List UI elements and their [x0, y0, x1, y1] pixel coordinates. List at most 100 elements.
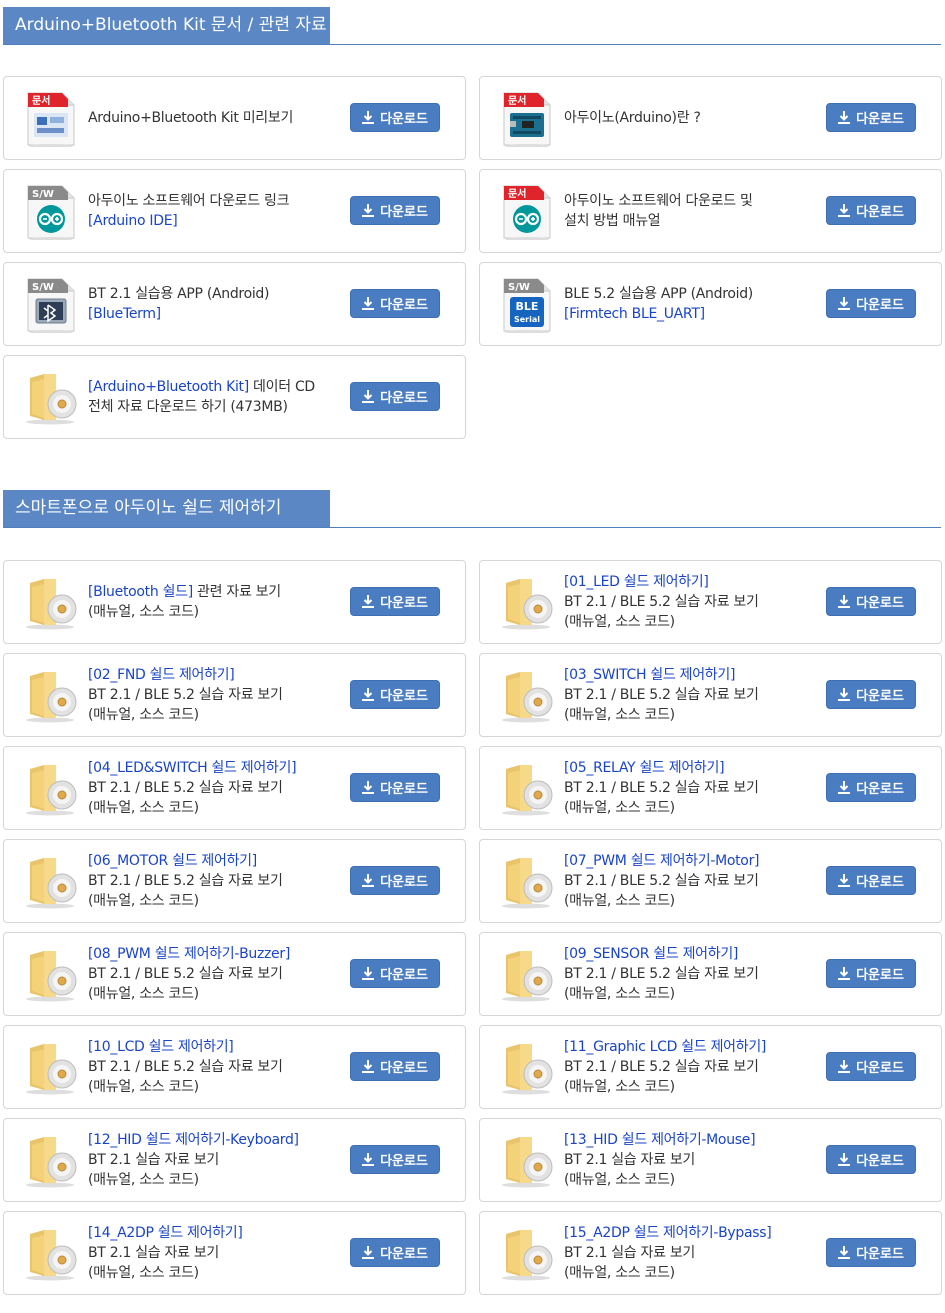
description-text: (매뉴얼, 소스 코드) — [88, 893, 199, 909]
download-button[interactable]: 다운로드 — [350, 773, 440, 802]
ble-icon-label: BLE — [516, 300, 539, 313]
folder-cd-icon — [498, 761, 556, 817]
card-text-line: (매뉴얼, 소스 코드) — [564, 984, 819, 1004]
description-text: (매뉴얼, 소스 코드) — [564, 986, 675, 1002]
folder-cd-icon — [498, 854, 556, 910]
folder-cd-icon — [498, 1133, 556, 1189]
download-icon — [362, 595, 375, 608]
download-icon — [362, 204, 375, 217]
download-card: [04_LED&SWITCH 쉴드 제어하기] BT 2.1 / BLE 5.2 … — [3, 746, 466, 830]
download-icon — [362, 874, 375, 887]
download-button[interactable]: 다운로드 — [350, 382, 440, 411]
download-label: 다운로드 — [856, 298, 904, 313]
download-card: [Bluetooth 쉴드] 관련 자료 보기 (매뉴얼, 소스 코드) 다운로드 — [3, 560, 466, 644]
software-arduino-icon: S/W — [22, 184, 80, 241]
download-card: [08_PWM 쉴드 제어하기-Buzzer] BT 2.1 / BLE 5.2 … — [3, 932, 466, 1016]
description-text: BT 2.1 실습 자료 보기 — [88, 1152, 220, 1168]
download-button[interactable]: 다운로드 — [826, 1052, 916, 1081]
description-text: (매뉴얼, 소스 코드) — [564, 707, 675, 723]
description-text: BT 2.1 / BLE 5.2 실습 자료 보기 — [564, 594, 759, 610]
download-icon — [362, 1153, 375, 1166]
description-text: BT 2.1 실습 자료 보기 — [564, 1152, 696, 1168]
download-button[interactable]: 다운로드 — [826, 773, 916, 802]
card-description: [07_PWM 쉴드 제어하기-Motor] BT 2.1 / BLE 5.2 실… — [564, 840, 819, 922]
link-text: [Arduino IDE] — [88, 213, 178, 229]
download-button[interactable]: 다운로드 — [826, 196, 916, 225]
download-button[interactable]: 다운로드 — [350, 866, 440, 895]
download-icon — [838, 874, 851, 887]
file-badge-text: 문서 — [508, 94, 526, 107]
card-text-line: [15_A2DP 쉴드 제어하기-Bypass] — [564, 1223, 819, 1243]
download-button[interactable]: 다운로드 — [350, 587, 440, 616]
download-card: [15_A2DP 쉴드 제어하기-Bypass] BT 2.1 실습 자료 보기 (… — [479, 1211, 942, 1295]
download-button[interactable]: 다운로드 — [350, 680, 440, 709]
card-text-line: 아두이노 소프트웨어 다운로드 링크 — [88, 191, 343, 211]
download-button[interactable]: 다운로드 — [826, 103, 916, 132]
card-text-line: Arduino+Bluetooth Kit 미리보기 — [88, 108, 343, 128]
download-button[interactable]: 다운로드 — [826, 959, 916, 988]
download-icon — [838, 688, 851, 701]
link-text: [Bluetooth 쉴드] — [88, 584, 193, 600]
description-text: 전체 자료 다운로드 하기 (473MB) — [88, 399, 288, 415]
download-card: [14_A2DP 쉴드 제어하기] BT 2.1 실습 자료 보기 (매뉴얼, 소스… — [3, 1211, 466, 1295]
download-label: 다운로드 — [856, 1061, 904, 1076]
download-button[interactable]: 다운로드 — [826, 680, 916, 709]
link-text: [05_RELAY 쉴드 제어하기] — [564, 760, 725, 776]
card-description: [09_SENSOR 쉴드 제어하기] BT 2.1 / BLE 5.2 실습 자… — [564, 933, 819, 1015]
download-button[interactable]: 다운로드 — [350, 196, 440, 225]
download-button[interactable]: 다운로드 — [350, 1238, 440, 1267]
card-description: [04_LED&SWITCH 쉴드 제어하기] BT 2.1 / BLE 5.2 … — [88, 747, 343, 829]
download-card: [09_SENSOR 쉴드 제어하기] BT 2.1 / BLE 5.2 실습 자… — [479, 932, 942, 1016]
description-text: BT 2.1 / BLE 5.2 실습 자료 보기 — [564, 873, 759, 889]
section-title: Arduino+Bluetooth Kit 문서 / 관련 자료 — [3, 7, 330, 44]
card-text-line: BT 2.1 / BLE 5.2 실습 자료 보기 — [564, 778, 819, 798]
download-label: 다운로드 — [380, 1154, 428, 1169]
download-card: 문서 Arduino+Bluetooth Kit 미리보기 다운로드 — [3, 76, 466, 160]
download-button[interactable]: 다운로드 — [350, 959, 440, 988]
link-text: [11_Graphic LCD 쉴드 제어하기] — [564, 1039, 767, 1055]
card-text-line: BLE 5.2 실습용 APP (Android) — [564, 284, 819, 304]
download-button[interactable]: 다운로드 — [826, 289, 916, 318]
card-text-line: BT 2.1 / BLE 5.2 실습 자료 보기 — [88, 685, 343, 705]
card-text-line: [09_SENSOR 쉴드 제어하기] — [564, 944, 819, 964]
download-button[interactable]: 다운로드 — [350, 103, 440, 132]
folder-cd-icon — [22, 575, 80, 631]
description-text: Arduino+Bluetooth Kit 미리보기 — [88, 110, 294, 126]
card-text-line: (매뉴얼, 소스 코드) — [564, 1170, 819, 1190]
section-title: 스마트폰으로 아두이노 쉴드 제어하기 — [3, 490, 330, 527]
download-label: 다운로드 — [380, 689, 428, 704]
download-icon — [838, 111, 851, 124]
card-text-line: (매뉴얼, 소스 코드) — [88, 891, 343, 911]
download-button[interactable]: 다운로드 — [350, 1145, 440, 1174]
download-button[interactable]: 다운로드 — [826, 1238, 916, 1267]
card-text-line: (매뉴얼, 소스 코드) — [88, 798, 343, 818]
description-text: (매뉴얼, 소스 코드) — [88, 986, 199, 1002]
download-label: 다운로드 — [856, 596, 904, 611]
card-text-line: BT 2.1 / BLE 5.2 실습 자료 보기 — [88, 778, 343, 798]
download-card: 문서 아두이노 소프트웨어 다운로드 및 설치 방법 매뉴얼 다운로드 — [479, 169, 942, 253]
file-badge-text: 문서 — [32, 94, 50, 107]
download-button[interactable]: 다운로드 — [350, 289, 440, 318]
card-text-line: [Firmtech BLE_UART] — [564, 304, 819, 324]
description-text: BT 2.1 / BLE 5.2 실습 자료 보기 — [564, 687, 759, 703]
description-text: (매뉴얼, 소스 코드) — [88, 1265, 199, 1281]
ble-icon-sublabel: Serial — [514, 315, 540, 324]
download-card: [07_PWM 쉴드 제어하기-Motor] BT 2.1 / BLE 5.2 실… — [479, 839, 942, 923]
card-description: [Arduino+Bluetooth Kit] 데이터 CD 전체 자료 다운로드… — [88, 356, 343, 438]
file-badge-text: 문서 — [508, 187, 526, 200]
document-preview-icon: 문서 — [22, 91, 80, 148]
card-text-line: BT 2.1 / BLE 5.2 실습 자료 보기 — [564, 592, 819, 612]
card-text-line: BT 2.1 실습 자료 보기 — [88, 1243, 343, 1263]
download-button[interactable]: 다운로드 — [350, 1052, 440, 1081]
download-button[interactable]: 다운로드 — [826, 866, 916, 895]
download-button[interactable]: 다운로드 — [826, 587, 916, 616]
description-text: BT 2.1 / BLE 5.2 실습 자료 보기 — [564, 1059, 759, 1075]
link-text: [Arduino+Bluetooth Kit] — [88, 379, 249, 395]
card-text-line: [12_HID 쉴드 제어하기-Keyboard] — [88, 1130, 343, 1150]
download-icon — [838, 967, 851, 980]
card-description: Arduino+Bluetooth Kit 미리보기 — [88, 77, 343, 159]
download-button[interactable]: 다운로드 — [826, 1145, 916, 1174]
card-text-line: (매뉴얼, 소스 코드) — [88, 1170, 343, 1190]
description-text: (매뉴얼, 소스 코드) — [564, 1079, 675, 1095]
description-text: (매뉴얼, 소스 코드) — [88, 1172, 199, 1188]
